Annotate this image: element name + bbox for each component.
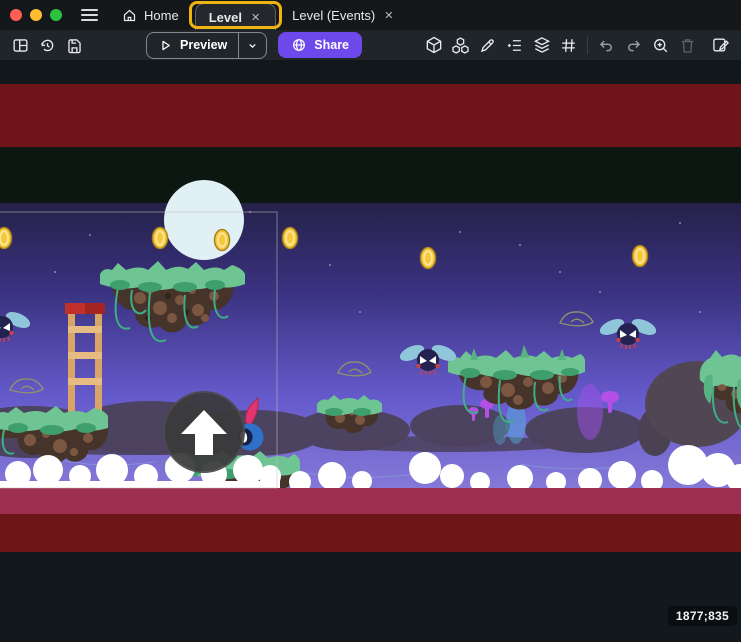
tab-level-label: Level <box>209 10 242 25</box>
objects-icon[interactable] <box>448 33 473 58</box>
share-button[interactable]: Share <box>278 32 362 58</box>
title-bar: Home Level ✕ Level (Events) ✕ <box>0 0 741 30</box>
redo-icon[interactable] <box>621 33 646 58</box>
dark-red-ground <box>0 514 741 552</box>
history-icon[interactable] <box>35 33 60 58</box>
coin[interactable] <box>0 228 12 249</box>
play-icon <box>158 38 173 53</box>
preview-label: Preview <box>180 38 227 52</box>
minimize-window-button[interactable] <box>30 9 42 21</box>
tab-level-events[interactable]: Level (Events) ✕ <box>281 0 406 30</box>
tab-level[interactable]: Level ✕ <box>195 3 276 30</box>
magenta-ground <box>0 488 741 514</box>
coin[interactable] <box>153 228 168 249</box>
edit-scene-icon[interactable] <box>708 33 733 58</box>
layers-icon[interactable] <box>529 33 554 58</box>
ground-bands <box>0 488 741 637</box>
jump-button[interactable] <box>164 392 244 472</box>
tab-home-label: Home <box>144 8 179 23</box>
zoom-in-icon[interactable] <box>648 33 673 58</box>
close-tab-icon[interactable]: ✕ <box>249 10 262 25</box>
top-red-band <box>0 84 741 147</box>
zoom-window-button[interactable] <box>50 9 62 21</box>
trash-icon[interactable] <box>675 33 700 58</box>
toolbar-separator <box>587 36 588 54</box>
panels-icon[interactable] <box>8 33 33 58</box>
preview-dropdown-button[interactable] <box>238 33 266 58</box>
traffic-lights <box>0 0 68 30</box>
tab-level-events-label: Level (Events) <box>292 8 375 23</box>
hamburger-menu-icon[interactable] <box>68 0 111 30</box>
coin[interactable] <box>633 246 648 267</box>
chevron-down-icon <box>246 39 259 52</box>
cursor-coordinates-badge: 1877;835 <box>668 606 737 626</box>
save-icon[interactable] <box>62 33 87 58</box>
scene-svg <box>0 60 741 637</box>
preview-button[interactable]: Preview <box>146 32 267 59</box>
undo-icon[interactable] <box>594 33 619 58</box>
tab-home[interactable]: Home <box>111 0 190 30</box>
globe-icon <box>291 37 307 53</box>
scene-editor-canvas[interactable]: 1877;835 <box>0 60 741 637</box>
dark-band <box>0 147 741 203</box>
coin[interactable] <box>421 248 436 269</box>
moon[interactable] <box>164 180 244 260</box>
close-window-button[interactable] <box>10 9 22 21</box>
pencil-icon[interactable] <box>475 33 500 58</box>
3d-box-icon[interactable] <box>421 33 446 58</box>
home-icon <box>122 8 137 23</box>
grid-icon[interactable] <box>556 33 581 58</box>
close-tab-icon[interactable]: ✕ <box>382 8 395 23</box>
tab-bar: Home Level ✕ Level (Events) ✕ <box>111 0 406 30</box>
toolbar: Preview Share <box>0 30 741 60</box>
share-label: Share <box>314 38 349 52</box>
coin[interactable] <box>283 228 298 249</box>
instances-list-icon[interactable] <box>502 33 527 58</box>
coin[interactable] <box>215 230 230 251</box>
